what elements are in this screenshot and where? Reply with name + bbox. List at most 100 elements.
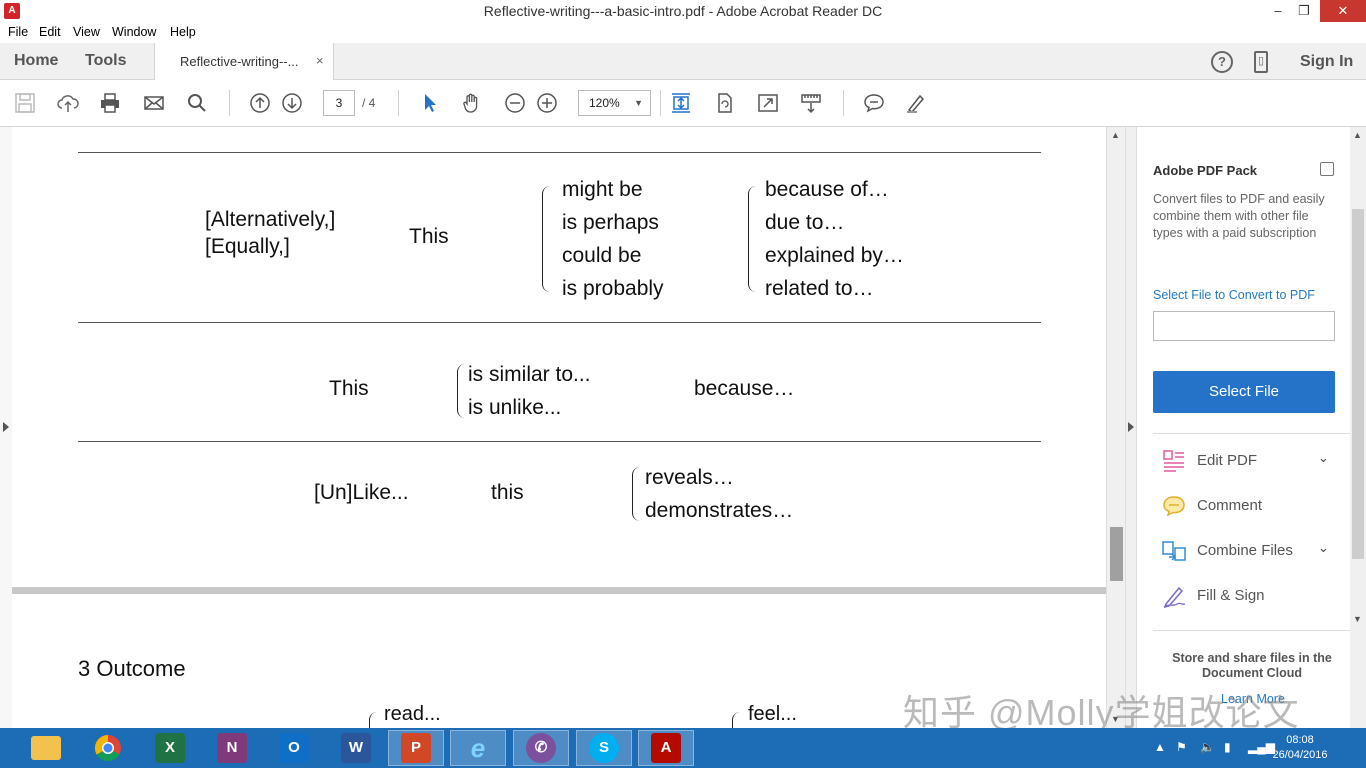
edit-pdf-icon xyxy=(1163,450,1184,472)
row1-options-a: might be is perhaps could be is probably xyxy=(562,173,664,305)
outlook-taskbar-button[interactable]: O xyxy=(266,730,322,766)
chrome-taskbar-button[interactable] xyxy=(80,730,136,766)
sign-in-button[interactable]: Sign In xyxy=(1300,53,1353,71)
document-tab-label: Reflective-writing--... xyxy=(180,54,299,69)
zoom-out-icon[interactable] xyxy=(503,91,527,115)
system-clock[interactable]: 08:08 26/04/2016 xyxy=(1268,733,1332,763)
tab-home[interactable]: Home xyxy=(14,52,58,70)
excel-taskbar-button[interactable]: X xyxy=(142,730,198,766)
file-input[interactable] xyxy=(1153,311,1335,341)
powerpoint-icon: P xyxy=(401,733,431,763)
window-title: Reflective-writing---a-basic-intro.pdf -… xyxy=(483,3,883,19)
folder-icon xyxy=(31,736,61,760)
zoom-level-select[interactable]: 120% ▼ xyxy=(578,90,651,116)
search-icon[interactable] xyxy=(185,91,209,115)
row1-option: is probably xyxy=(562,277,664,300)
rotate-page-icon[interactable] xyxy=(713,91,737,115)
menu-view[interactable]: View xyxy=(73,25,100,39)
select-file-button[interactable]: Select File xyxy=(1153,371,1335,413)
hand-tool-icon[interactable] xyxy=(460,91,484,115)
page-number-input[interactable]: 3 xyxy=(323,90,355,116)
acrobat-taskbar-button[interactable]: A xyxy=(638,730,694,766)
fit-page-icon[interactable] xyxy=(669,91,693,115)
tab-document[interactable]: Reflective-writing--... × xyxy=(154,43,334,80)
document-view[interactable]: [Alternatively,] [Equally,] This might b… xyxy=(0,127,1106,728)
page-separator xyxy=(12,587,1106,594)
next-page-icon[interactable] xyxy=(280,91,304,115)
left-panel-toggle-icon[interactable] xyxy=(3,422,9,432)
battery-icon[interactable]: ▮ xyxy=(1224,740,1231,754)
row2-subject: This xyxy=(329,377,369,400)
chevron-down-icon[interactable]: ⌄ xyxy=(1318,450,1329,466)
clock-time: 08:08 xyxy=(1286,734,1314,746)
pdf-page: [Alternatively,] [Equally,] This might b… xyxy=(12,127,1106,587)
menu-window[interactable]: Window xyxy=(112,25,156,39)
row1-option: explained by… xyxy=(765,244,904,267)
help-icon[interactable]: ? xyxy=(1211,51,1233,73)
maximize-button[interactable]: ❐ xyxy=(1284,0,1324,22)
scroll-up-icon[interactable]: ▲ xyxy=(1353,130,1362,140)
scroll-mode-icon[interactable] xyxy=(799,91,823,115)
zoom-in-icon[interactable] xyxy=(535,91,559,115)
select-file-convert-link[interactable]: Select File to Convert to PDF xyxy=(1153,288,1315,302)
scroll-up-icon[interactable]: ▲ xyxy=(1111,130,1120,140)
print-icon[interactable] xyxy=(98,91,122,115)
show-hidden-icons-icon[interactable]: ▲ xyxy=(1154,740,1166,754)
table-rule xyxy=(78,322,1041,323)
powerpoint-taskbar-button[interactable]: P xyxy=(388,730,444,766)
word-taskbar-button[interactable]: W xyxy=(328,730,384,766)
panel-scrollbar[interactable]: ▲ ▼ xyxy=(1350,127,1366,728)
row2-options: is similar to... is unlike... xyxy=(468,358,591,424)
previous-page-icon[interactable] xyxy=(248,91,272,115)
save-icon[interactable] xyxy=(13,91,37,115)
chevron-down-icon: ▼ xyxy=(634,98,643,108)
tool-label: Edit PDF xyxy=(1197,452,1258,469)
collapse-panel-icon[interactable] xyxy=(1128,422,1134,432)
file-explorer-taskbar-button[interactable] xyxy=(18,730,74,766)
row3-option: reveals… xyxy=(645,466,734,489)
toolbar-separator xyxy=(660,90,661,116)
menu-edit[interactable]: Edit xyxy=(39,25,61,39)
select-cursor-icon[interactable] xyxy=(418,91,442,115)
row1-option: because of… xyxy=(765,178,889,201)
section-heading: 3 Outcome xyxy=(78,656,186,681)
row3-lead: [Un]Like... xyxy=(314,481,409,504)
row1-brace-a xyxy=(542,186,551,292)
scrollbar-thumb[interactable] xyxy=(1110,527,1123,581)
close-window-button[interactable]: ✕ xyxy=(1320,0,1366,22)
close-tab-icon[interactable]: × xyxy=(316,53,324,68)
row2-brace xyxy=(457,364,465,418)
menu-help[interactable]: Help xyxy=(170,25,196,39)
volume-icon[interactable]: 🔈 xyxy=(1200,740,1215,754)
panel-divider xyxy=(1153,433,1351,434)
tool-label: Comment xyxy=(1197,497,1263,514)
flag-icon[interactable]: ⚑ xyxy=(1176,740,1187,754)
row2-option: is similar to... xyxy=(468,363,591,386)
pdf-pack-icon[interactable] xyxy=(1320,162,1334,176)
scrollbar-thumb[interactable] xyxy=(1352,209,1364,559)
onenote-taskbar-button[interactable]: N xyxy=(204,730,260,766)
email-icon[interactable] xyxy=(142,91,166,115)
chevron-down-icon[interactable]: ⌄ xyxy=(1318,540,1329,556)
chrome-icon xyxy=(94,734,121,762)
row1-subject: This xyxy=(409,225,449,248)
internet-explorer-taskbar-button[interactable]: e xyxy=(450,730,506,766)
excel-icon: X xyxy=(155,733,185,763)
scroll-down-icon[interactable]: ▼ xyxy=(1353,614,1362,624)
menu-file[interactable]: File xyxy=(8,25,28,39)
document-scrollbar[interactable]: ▲ ▼ xyxy=(1106,127,1125,728)
mobile-link-icon[interactable]: ▯ xyxy=(1254,51,1268,73)
viber-taskbar-button[interactable]: ✆ xyxy=(513,730,569,766)
cloud-upload-icon[interactable] xyxy=(56,91,80,115)
skype-taskbar-button[interactable]: S xyxy=(576,730,632,766)
toolbar-separator xyxy=(229,90,230,116)
toolbar-separator xyxy=(398,90,399,116)
toolbar-separator xyxy=(843,90,844,116)
tab-tools[interactable]: Tools xyxy=(85,52,126,70)
highlight-pen-icon[interactable] xyxy=(904,91,928,115)
internet-explorer-icon: e xyxy=(470,733,486,763)
full-screen-icon[interactable] xyxy=(756,91,780,115)
right-panel-toggle[interactable] xyxy=(1125,127,1136,728)
bottom-brace-left xyxy=(369,712,377,728)
comment-icon[interactable] xyxy=(862,91,886,115)
